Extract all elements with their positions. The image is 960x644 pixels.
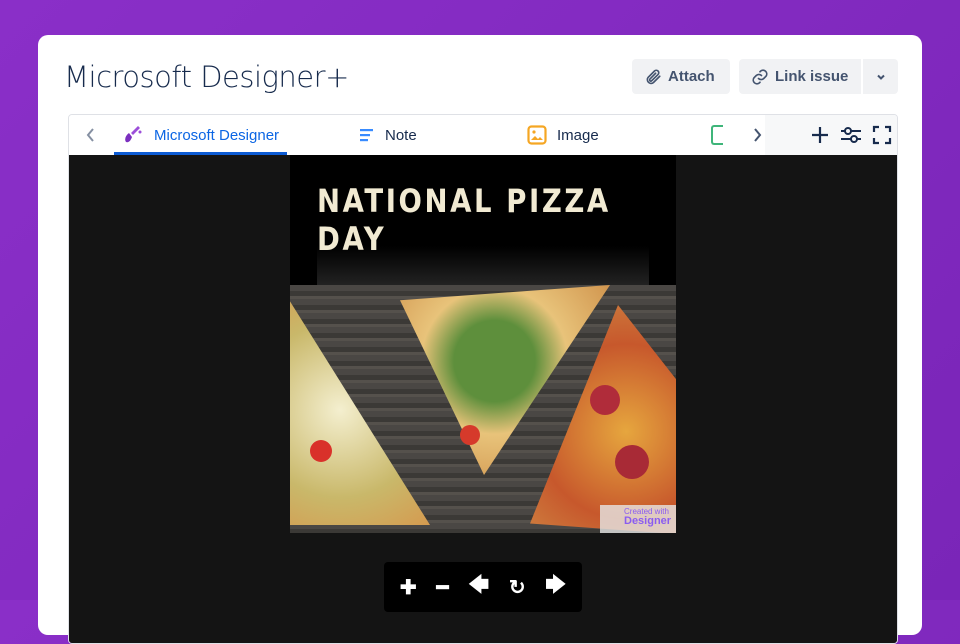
zoom-out-icon[interactable]: ━ xyxy=(436,575,448,600)
link-issue-label: Link issue xyxy=(775,68,849,85)
tab-label: Note xyxy=(385,126,417,144)
designer-icon xyxy=(125,126,142,143)
viewer-controls: ✚ ━ 🡄 ↻ 🡆 xyxy=(384,562,582,612)
link-icon xyxy=(752,68,768,85)
link-issue-dropdown[interactable] xyxy=(863,59,898,94)
paperclip-icon xyxy=(646,69,661,84)
pizza-photo xyxy=(290,285,676,533)
zoom-in-icon[interactable]: ✚ xyxy=(400,575,417,600)
tab-label: Microsoft Designer xyxy=(154,126,280,144)
settings-sliders-icon[interactable] xyxy=(840,126,862,144)
fullscreen-icon[interactable] xyxy=(872,125,892,145)
note-icon xyxy=(360,129,373,142)
image-viewer: NATIONAL PIZZA DAY Created with Designer… xyxy=(69,155,897,643)
tab-label: Image xyxy=(557,126,599,144)
rotate-icon[interactable]: ↻ xyxy=(509,575,526,600)
attach-label: Attach xyxy=(668,68,715,85)
chevron-down-icon xyxy=(876,74,885,80)
spreadsheet-icon[interactable] xyxy=(711,125,723,145)
panel-toolbar xyxy=(754,115,897,155)
image-headline: NATIONAL PIZZA DAY xyxy=(317,155,649,285)
tab-image[interactable]: Image xyxy=(527,115,599,155)
image-icon xyxy=(527,125,547,145)
link-issue-button[interactable]: Link issue xyxy=(739,59,861,94)
rotate-right-icon[interactable]: 🡆 xyxy=(545,570,566,604)
add-icon[interactable] xyxy=(810,125,830,145)
tab-note[interactable]: Note xyxy=(359,115,417,155)
content-panel: Microsoft Designer Note Image NATIONAL P… xyxy=(68,114,898,644)
chevron-right-icon[interactable] xyxy=(751,127,763,143)
attach-button[interactable]: Attach xyxy=(632,59,730,94)
card: Microsoft Designer+ Attach Link issue Mi… xyxy=(38,35,922,644)
designer-image[interactable]: NATIONAL PIZZA DAY Created with Designer xyxy=(290,155,676,533)
tab-microsoft-designer[interactable]: Microsoft Designer xyxy=(113,115,288,155)
page-title: Microsoft Designer+ xyxy=(64,60,349,94)
watermark-big-text: Designer xyxy=(624,515,672,527)
rotate-left-icon[interactable]: 🡄 xyxy=(468,570,489,604)
designer-watermark: Created with Designer xyxy=(600,505,676,533)
tab-bar: Microsoft Designer Note Image xyxy=(69,115,897,155)
chevron-left-icon[interactable] xyxy=(85,127,97,143)
